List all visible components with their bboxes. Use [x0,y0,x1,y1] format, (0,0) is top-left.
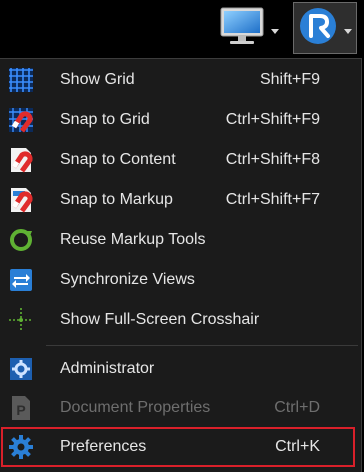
menu-item-snap-to-markup[interactable]: Snap to Markup Ctrl+Shift+F7 [0,181,358,219]
menu-item-shortcut: Ctrl+Shift+F8 [225,151,320,168]
menu-item-snap-to-grid[interactable]: Snap to Grid Ctrl+Shift+F9 [0,101,358,139]
dropdown-menu: Show Grid Shift+F9 Snap to Grid Ctrl+Shi… [0,58,362,472]
menu-item-document-properties[interactable]: P Document Properties Ctrl+D [0,389,358,427]
menu-item-label: Snap to Grid [60,111,150,128]
monitor-icon [219,6,265,51]
menu-item-shortcut: Ctrl+D [274,399,320,416]
menu-item-shortcut: Shift+F9 [259,71,320,88]
menu-item-shortcut: Ctrl+Shift+F7 [225,191,320,208]
menu-item-show-crosshair[interactable]: Show Full-Screen Crosshair [0,301,358,339]
menu-item-label: Administrator [60,360,155,377]
menu-item-snap-to-content[interactable]: Snap to Content Ctrl+Shift+F8 [0,141,358,179]
document-properties-icon: P [7,395,35,421]
menu-item-preferences[interactable]: Preferences Ctrl+K [0,428,358,466]
menu-item-label: Show Grid [60,71,135,88]
bluebeam-menu-button[interactable] [293,2,357,54]
menu-item-label: Snap to Content [60,151,176,168]
chevron-down-icon [344,28,352,34]
snap-content-icon [7,147,35,173]
snap-markup-icon [7,187,35,213]
menu-item-label: Snap to Markup [60,191,173,208]
bluebeam-logo-icon [298,6,338,51]
reuse-tools-icon [7,227,35,253]
menu-item-shortcut: Ctrl+K [275,438,320,455]
crosshair-icon [7,307,35,333]
menu-item-show-grid[interactable]: Show Grid Shift+F9 [0,61,358,99]
menu-item-label: Preferences [60,438,147,455]
administrator-icon [7,356,35,382]
svg-text:P: P [16,402,25,418]
menu-item-label: Synchronize Views [60,271,195,288]
chevron-down-icon [271,28,279,34]
snap-grid-icon [7,107,35,133]
menu-item-label: Document Properties [60,399,211,416]
top-toolbar [0,0,364,58]
sync-icon [7,267,35,293]
monitor-dropdown-button[interactable] [214,2,284,54]
menu-item-synchronize-views[interactable]: Synchronize Views [0,261,358,299]
gear-icon [7,434,35,460]
menu-item-administrator[interactable]: Administrator [0,350,358,388]
menu-separator [46,345,358,346]
menu-item-reuse-markup-tools[interactable]: Reuse Markup Tools [0,221,358,259]
grid-icon [7,67,35,93]
menu-item-label: Reuse Markup Tools [60,231,206,248]
menu-item-shortcut: Ctrl+Shift+F9 [225,111,320,128]
menu-item-label: Show Full-Screen Crosshair [60,311,260,328]
